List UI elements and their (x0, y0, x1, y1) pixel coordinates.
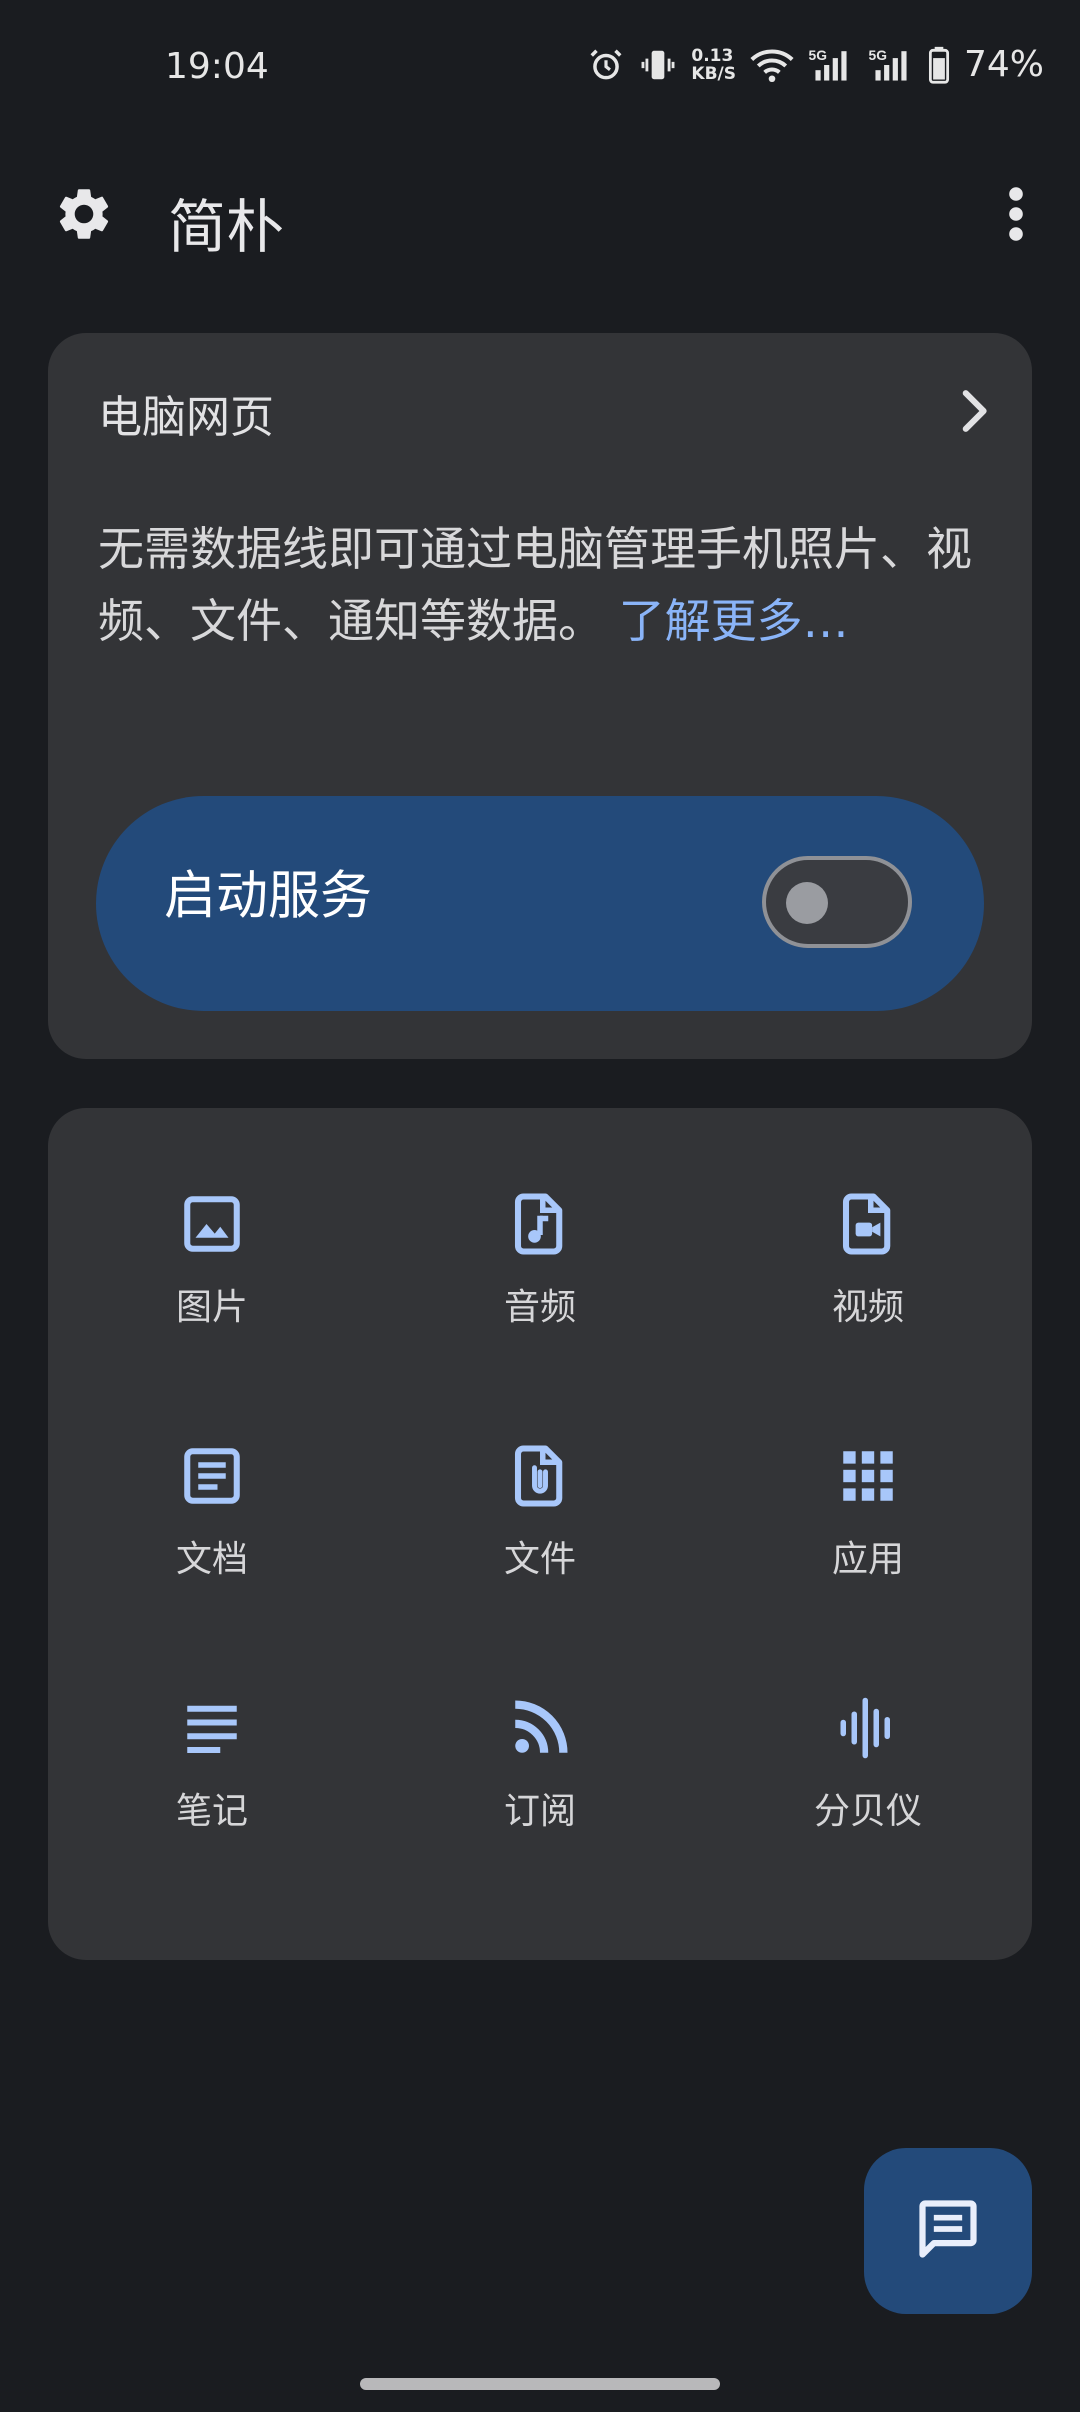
category-images[interactable]: 图片 (48, 1188, 376, 1440)
category-label: 音频 (503, 1287, 576, 1328)
category-apps[interactable]: 应用 (704, 1440, 1032, 1692)
image-icon (176, 1188, 248, 1260)
category-label: 文档 (175, 1539, 248, 1580)
vibrate-icon (639, 46, 677, 84)
web-card-description: 无需数据线即可通过电脑管理手机照片、视频、文件、通知等数据。 了解更多… (98, 513, 998, 657)
category-label: 分贝仪 (813, 1791, 922, 1832)
status-time: 19:04 (165, 46, 269, 87)
web-card-header[interactable]: 电脑网页 (98, 383, 992, 443)
battery-icon (928, 46, 950, 84)
categories-grid: 图片 音频 视频 文档 文件 应用 笔记 订阅 分贝仪 (48, 1188, 1032, 1944)
category-label: 应用 (831, 1539, 904, 1580)
sim2-label: 5G (869, 46, 887, 62)
attachment-file-icon (504, 1440, 576, 1512)
more-vert-icon (1006, 186, 1026, 246)
audio-file-icon (504, 1188, 576, 1260)
category-audio[interactable]: 音频 (376, 1188, 704, 1440)
message-icon (914, 2195, 982, 2267)
apps-grid-icon (832, 1440, 904, 1512)
notes-icon (176, 1692, 248, 1764)
category-label: 视频 (831, 1287, 904, 1328)
network-speed-value: 0.13 (691, 45, 734, 66)
video-file-icon (832, 1188, 904, 1260)
status-icons: 0.13 KB/S 5G 5G 74% (587, 44, 1044, 85)
cellular-signal-2-icon: 5G (868, 46, 914, 84)
wifi-icon (750, 46, 794, 84)
web-access-card: 电脑网页 无需数据线即可通过电脑管理手机照片、视频、文件、通知等数据。 了解更多… (48, 333, 1032, 1059)
feedback-fab[interactable] (864, 2148, 1032, 2314)
categories-card: 图片 音频 视频 文档 文件 应用 笔记 订阅 分贝仪 (48, 1108, 1032, 1960)
sim1-label: 5G (809, 46, 827, 62)
category-subscriptions[interactable]: 订阅 (376, 1692, 704, 1944)
start-service-label: 启动服务 (164, 866, 373, 927)
alarm-icon (587, 46, 625, 84)
settings-button[interactable] (50, 182, 118, 250)
battery-percentage: 74% (963, 44, 1044, 85)
app-title: 简朴 (168, 193, 285, 261)
start-service-toggle[interactable] (762, 856, 912, 948)
category-video[interactable]: 视频 (704, 1188, 1032, 1440)
learn-more-link[interactable]: 了解更多… (619, 594, 849, 648)
category-notes[interactable]: 笔记 (48, 1692, 376, 1944)
category-files[interactable]: 文件 (376, 1440, 704, 1692)
sound-meter-icon (832, 1692, 904, 1764)
cellular-signal-1-icon: 5G (808, 46, 854, 84)
network-speed-unit: KB/S (691, 63, 736, 84)
document-icon (176, 1440, 248, 1512)
gesture-nav-bar[interactable] (360, 2378, 720, 2390)
web-card-title: 电脑网页 (98, 392, 274, 443)
gear-icon (53, 183, 115, 249)
more-options-button[interactable] (982, 182, 1050, 250)
start-service-panel[interactable]: 启动服务 (96, 796, 984, 1011)
app-bar: 简朴 (0, 160, 1080, 270)
category-label: 文件 (503, 1539, 576, 1580)
category-label: 图片 (175, 1287, 248, 1328)
status-bar: 19:04 0.13 KB/S 5G 5G 74% (0, 0, 1080, 140)
rss-feed-icon (504, 1692, 576, 1764)
toggle-knob (786, 882, 828, 924)
category-label: 订阅 (503, 1791, 576, 1832)
category-sound-meter[interactable]: 分贝仪 (704, 1692, 1032, 1944)
network-speed: 0.13 KB/S (691, 47, 736, 83)
chevron-right-icon[interactable] (956, 389, 992, 437)
category-label: 笔记 (175, 1791, 248, 1832)
category-documents[interactable]: 文档 (48, 1440, 376, 1692)
